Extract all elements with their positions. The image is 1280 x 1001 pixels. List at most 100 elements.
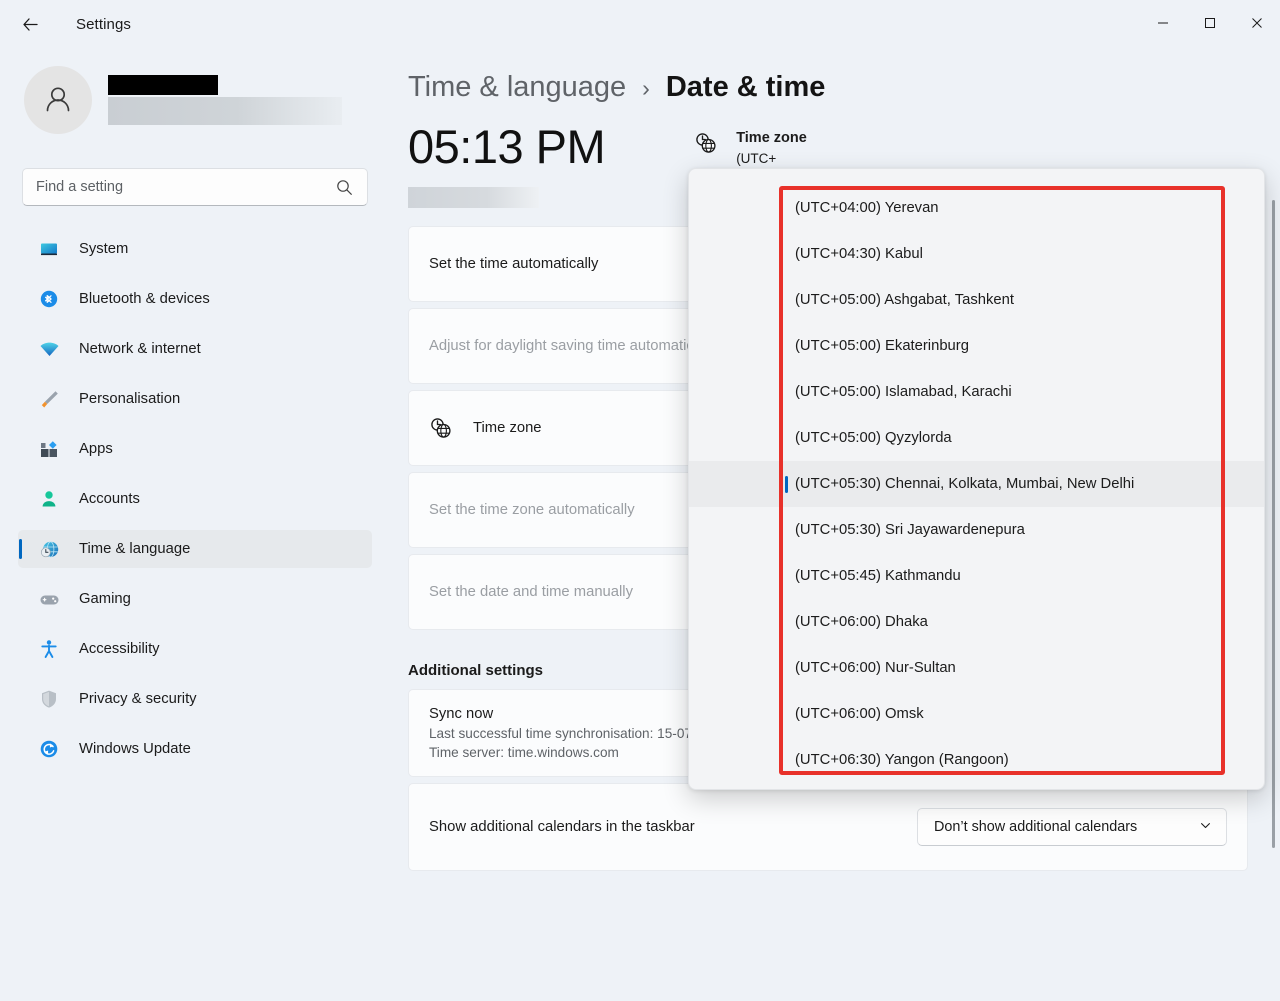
apps-icon [38, 438, 60, 460]
main-scrollbar[interactable] [1272, 200, 1275, 848]
clock-block: 05:13 PM [408, 123, 605, 208]
timezone-option[interactable]: (UTC+04:30) Kabul [689, 231, 1265, 277]
window-controls [1139, 0, 1280, 46]
calendars-selected-value: Don’t show additional calendars [934, 819, 1137, 835]
timezone-option-label: (UTC+06:00) Nur-Sultan [795, 660, 956, 676]
sidebar-item-label: Apps [79, 441, 113, 457]
app-title: Settings [76, 16, 131, 33]
back-button[interactable] [13, 7, 47, 41]
sidebar-item-label: Privacy & security [79, 691, 197, 707]
timezone-option-label: (UTC+05:45) Kathmandu [795, 568, 961, 584]
row-label: Time zone [473, 420, 542, 436]
account-block[interactable] [24, 66, 372, 134]
timezone-option[interactable]: (UTC+05:00) Qyzylorda [689, 415, 1265, 461]
close-button[interactable] [1233, 0, 1280, 46]
sidebar-item-label: Personalisation [79, 391, 180, 407]
person-icon [39, 81, 77, 119]
sidebar-item-privacy-security[interactable]: Privacy & security [18, 680, 372, 718]
sidebar-item-label: Accounts [79, 491, 140, 507]
sidebar-item-label: System [79, 241, 128, 257]
sidebar-item-windows-update[interactable]: Windows Update [18, 730, 372, 768]
account-email-redacted [108, 97, 342, 125]
timezone-option-label: (UTC+06:00) Omsk [795, 706, 924, 722]
account-text [108, 75, 342, 125]
sidebar-item-accounts[interactable]: Accounts [18, 480, 372, 518]
sidebar-item-label: Time & language [79, 541, 190, 557]
close-icon [1251, 17, 1263, 29]
maximize-icon [1204, 17, 1216, 29]
timezone-option-list: (UTC+04:00) Yerevan(UTC+04:30) Kabul(UTC… [689, 185, 1265, 783]
wifi-icon [38, 338, 60, 360]
minimize-button[interactable] [1139, 0, 1186, 46]
timezone-option[interactable]: (UTC+05:00) Islamabad, Karachi [689, 369, 1265, 415]
timezone-option-label: (UTC+05:30) Chennai, Kolkata, Mumbai, Ne… [795, 476, 1134, 492]
sidebar-item-label: Accessibility [79, 641, 160, 657]
row-additional-calendars: Show additional calendars in the taskbar… [408, 783, 1248, 871]
current-time: 05:13 PM [408, 123, 605, 170]
timezone-option-label: (UTC+06:00) Dhaka [795, 614, 928, 630]
timezone-summary-title: Time zone [736, 130, 807, 146]
timezone-option[interactable]: (UTC+05:00) Ekaterinburg [689, 323, 1265, 369]
search-input[interactable] [23, 179, 313, 195]
back-arrow-icon [21, 15, 40, 34]
timezone-option-label: (UTC+05:30) Sri Jayawardenepura [795, 522, 1025, 538]
calendars-dropdown[interactable]: Don’t show additional calendars [917, 808, 1227, 846]
sidebar-item-gaming[interactable]: Gaming [18, 580, 372, 618]
timezone-option[interactable]: (UTC+06:00) Dhaka [689, 599, 1265, 645]
sidebar: System Bluetooth & devices [0, 48, 390, 1001]
gamepad-icon [38, 588, 60, 610]
sidebar-nav: System Bluetooth & devices [18, 230, 372, 768]
settings-window: Settings [0, 0, 1280, 1001]
minimize-icon [1157, 17, 1169, 29]
sidebar-item-accessibility[interactable]: Accessibility [18, 630, 372, 668]
sidebar-item-label: Windows Update [79, 741, 191, 757]
sidebar-item-label: Gaming [79, 591, 131, 607]
timezone-option-label: (UTC+06:30) Yangon (Rangoon) [795, 752, 1009, 768]
sidebar-item-personalisation[interactable]: Personalisation [18, 380, 372, 418]
breadcrumb-separator: › [642, 75, 650, 102]
timezone-option[interactable]: (UTC+06:30) Yangon (Rangoon) [689, 737, 1265, 783]
clock-globe-icon [38, 538, 60, 560]
chevron-down-icon [1199, 819, 1212, 836]
current-date-redacted [408, 187, 539, 208]
timezone-option[interactable]: (UTC+06:00) Nur-Sultan [689, 645, 1265, 691]
paintbrush-icon [38, 388, 60, 410]
avatar [24, 66, 92, 134]
clock-globe-icon [429, 416, 455, 441]
sidebar-item-label: Bluetooth & devices [79, 291, 210, 307]
monitor-icon [38, 238, 60, 260]
bluetooth-icon [38, 288, 60, 310]
update-icon [38, 738, 60, 760]
breadcrumb-parent[interactable]: Time & language [408, 71, 626, 104]
timezone-option[interactable]: (UTC+05:30) Sri Jayawardenepura [689, 507, 1265, 553]
timezone-option[interactable]: (UTC+04:00) Yerevan [689, 185, 1265, 231]
account-name-redacted [108, 75, 218, 95]
timezone-option[interactable]: (UTC+05:30) Chennai, Kolkata, Mumbai, Ne… [689, 461, 1265, 507]
sidebar-item-apps[interactable]: Apps [18, 430, 372, 468]
row-label: Set the time automatically [429, 256, 598, 272]
shield-icon [38, 688, 60, 710]
sidebar-item-time-language[interactable]: Time & language [18, 530, 372, 568]
timezone-summary-value: (UTC+ [736, 151, 807, 166]
breadcrumb: Time & language › Date & time [408, 71, 1280, 104]
timezone-option-label: (UTC+05:00) Ekaterinburg [795, 338, 969, 354]
row-label: Set the date and time manually [429, 584, 633, 600]
search-icon [336, 179, 353, 201]
accessibility-icon [38, 638, 60, 660]
calendars-label: Show additional calendars in the taskbar [429, 819, 917, 835]
page-title: Date & time [666, 71, 826, 104]
sidebar-item-network-internet[interactable]: Network & internet [18, 330, 372, 368]
timezone-option[interactable]: (UTC+06:00) Omsk [689, 691, 1265, 737]
title-bar: Settings [0, 0, 1280, 48]
row-label: Set the time zone automatically [429, 502, 635, 518]
timezone-option[interactable]: (UTC+05:45) Kathmandu [689, 553, 1265, 599]
sidebar-item-label: Network & internet [79, 341, 201, 357]
timezone-option-label: (UTC+05:00) Islamabad, Karachi [795, 384, 1012, 400]
sidebar-item-bluetooth-devices[interactable]: Bluetooth & devices [18, 280, 372, 318]
account-icon [38, 488, 60, 510]
search-box[interactable] [22, 168, 368, 206]
timezone-option-label: (UTC+04:00) Yerevan [795, 200, 939, 216]
timezone-option[interactable]: (UTC+05:00) Ashgabat, Tashkent [689, 277, 1265, 323]
sidebar-item-system[interactable]: System [18, 230, 372, 268]
maximize-button[interactable] [1186, 0, 1233, 46]
